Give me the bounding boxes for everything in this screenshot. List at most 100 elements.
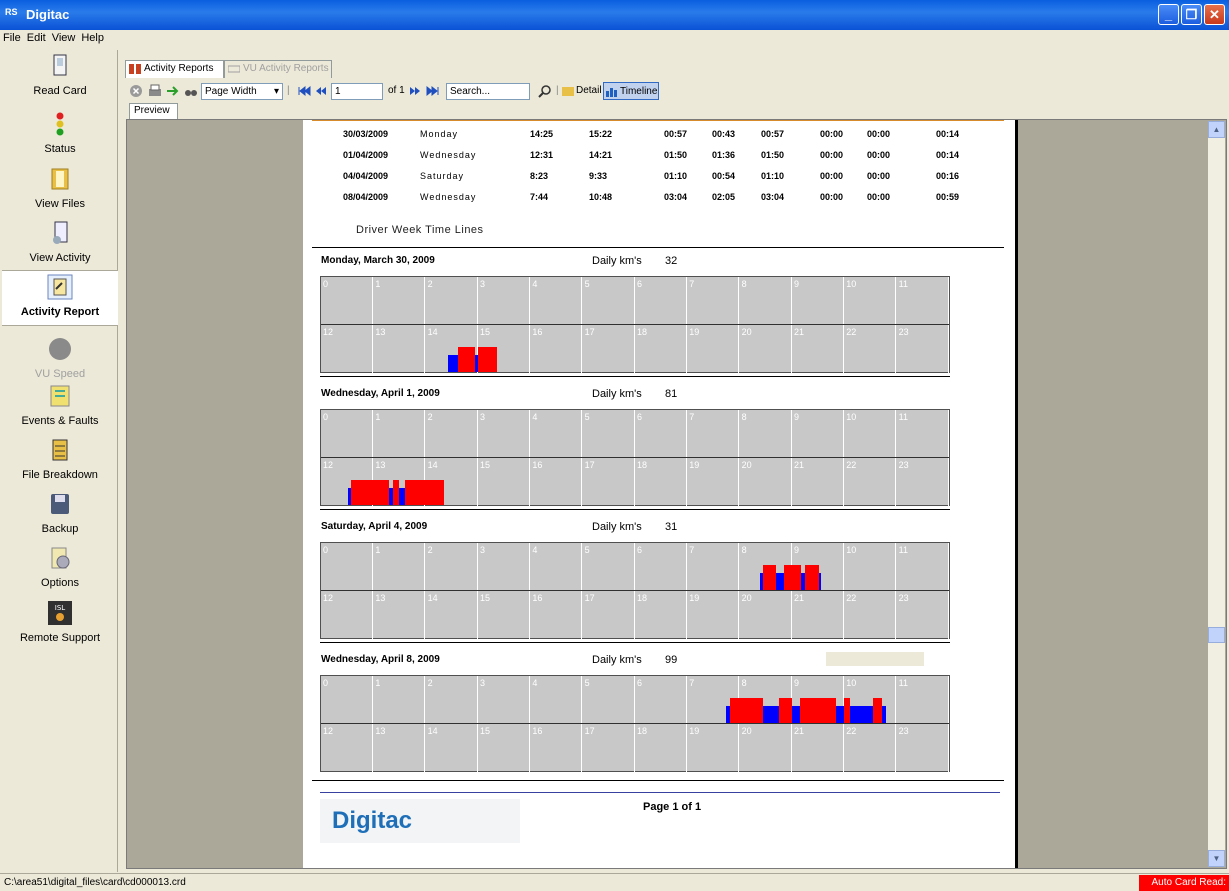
hour-cell: 6 <box>635 277 687 325</box>
report-toolbar: Page Width ▾ | 1 of 1 Search... | Detail … <box>125 80 1225 102</box>
scroll-up-arrow-icon[interactable]: ▲ <box>1208 121 1225 138</box>
hour-cell: 11 <box>897 410 949 458</box>
hour-cell: 10 <box>844 277 897 325</box>
sidebar-item-file-breakdown[interactable]: File Breakdown <box>2 434 118 488</box>
sidebar-item-events-faults[interactable]: Events & Faults <box>2 380 118 434</box>
hour-cell: 19 <box>687 458 740 506</box>
maximize-button[interactable]: ❐ <box>1181 4 1202 25</box>
top-rule <box>312 120 1004 121</box>
summary-duration: 01:50 <box>664 150 688 160</box>
sidebar-item-options[interactable]: Options <box>2 542 118 596</box>
last-page-icon[interactable] <box>425 82 441 100</box>
hour-cell: 8 <box>740 277 792 325</box>
summary-rest: 00:00 <box>867 150 891 160</box>
search-icon[interactable] <box>537 82 553 100</box>
hour-label: 7 <box>689 412 695 422</box>
sidebar-item-view-files[interactable]: View Files <box>2 163 118 217</box>
summary-start: 7:44 <box>530 192 549 202</box>
sidebar-item-vu-speed: VU Speed <box>2 333 118 387</box>
hour-label: 14 <box>427 460 438 470</box>
blank-field <box>826 652 924 666</box>
digitac-logo: Digitac <box>320 799 520 843</box>
prev-page-icon[interactable] <box>314 82 328 100</box>
menu-help[interactable]: Help <box>78 30 107 46</box>
sidebar-item-label: File Breakdown <box>22 469 98 481</box>
sidebar-item-remote-support[interactable]: ISL Remote Support <box>2 597 118 651</box>
daily-km-value: 32 <box>665 255 678 267</box>
search-input[interactable]: Search... <box>446 83 530 100</box>
print-icon[interactable] <box>147 82 163 100</box>
hour-label: 14 <box>427 593 438 603</box>
day-title: Wednesday, April 8, 2009 <box>321 654 440 665</box>
traffic-light-icon <box>47 111 73 137</box>
zoom-select[interactable]: Page Width ▾ <box>201 83 283 100</box>
hour-label: 22 <box>846 593 857 603</box>
hour-cell: 18 <box>635 724 687 772</box>
scroll-down-arrow-icon[interactable]: ▼ <box>1208 850 1225 867</box>
hour-cell: 1 <box>373 277 426 325</box>
timelines-heading: Driver Week Time Lines <box>356 224 484 236</box>
minimize-button[interactable]: _ <box>1158 4 1179 25</box>
summary-break: 00:14 <box>936 150 960 160</box>
title-bar: RS Digitac _ ❐ ✕ <box>0 0 1229 30</box>
work-segment <box>881 706 887 723</box>
page-number-input[interactable]: 1 <box>331 83 383 100</box>
divider <box>312 247 1004 248</box>
sidebar-item-status[interactable]: Status <box>2 108 118 162</box>
hour-label: 11 <box>898 412 908 422</box>
summary-duration: 03:04 <box>664 192 688 202</box>
hour-label: 15 <box>479 460 490 470</box>
menu-view[interactable]: View <box>49 30 79 46</box>
hour-cell: 4 <box>530 410 583 458</box>
detail-folder-icon <box>562 87 574 96</box>
driving-segment <box>873 698 882 723</box>
summary-work: 01:50 <box>761 150 785 160</box>
first-page-icon[interactable] <box>296 82 312 100</box>
summary-availability: 00:00 <box>820 171 844 181</box>
driving-segment <box>763 565 777 590</box>
daily-km-value: 81 <box>665 388 678 400</box>
sidebar-item-backup[interactable]: Backup <box>2 488 118 542</box>
vu-speed-icon <box>47 336 73 362</box>
hour-cell: 18 <box>635 591 687 639</box>
scroll-thumb[interactable] <box>1208 627 1225 643</box>
detail-button[interactable]: Detail <box>562 82 602 100</box>
tab-preview[interactable]: Preview <box>129 103 178 119</box>
hour-cell: 1 <box>373 676 426 724</box>
hour-label: 20 <box>741 593 752 603</box>
hour-cell: 3 <box>478 277 530 325</box>
hour-cell: 2 <box>426 277 478 325</box>
hour-label: 5 <box>584 545 590 555</box>
timeline-button[interactable]: Timeline <box>603 82 659 100</box>
driving-segment <box>805 565 820 590</box>
vertical-scrollbar[interactable]: ▲ ▼ <box>1208 121 1225 867</box>
hour-label: 21 <box>793 593 804 603</box>
binoculars-icon[interactable] <box>183 82 199 100</box>
hour-cell: 0 <box>321 277 373 325</box>
tab-vu-activity-reports[interactable]: VU Activity Reports <box>224 60 332 78</box>
hour-cell: 22 <box>844 724 897 772</box>
hour-cell: 21 <box>792 458 844 506</box>
menu-edit[interactable]: Edit <box>24 30 49 46</box>
sidebar-item-activity-report[interactable]: Activity Report <box>2 270 118 326</box>
sidebar-item-read-card[interactable]: Read Card <box>2 50 118 104</box>
hour-label: 7 <box>689 545 695 555</box>
stop-icon[interactable] <box>129 82 143 100</box>
hour-cell: 10 <box>844 410 897 458</box>
hour-label: 16 <box>532 726 543 736</box>
menu-file[interactable]: File <box>0 30 24 46</box>
next-page-icon[interactable] <box>408 82 422 100</box>
hour-label: 10 <box>846 412 857 422</box>
sidebar-item-view-activity[interactable]: View Activity <box>2 217 118 271</box>
hour-cell: 22 <box>844 458 897 506</box>
close-button[interactable]: ✕ <box>1204 4 1225 25</box>
summary-date: 01/04/2009 <box>343 150 389 160</box>
export-icon[interactable] <box>165 82 181 100</box>
hour-label: 16 <box>532 327 543 337</box>
hour-cell: 3 <box>478 543 530 591</box>
tab-activity-reports[interactable]: Activity Reports <box>125 60 224 78</box>
hour-cell: 6 <box>635 676 687 724</box>
hour-cell: 15 <box>478 724 530 772</box>
row-separator <box>321 457 949 458</box>
summary-day: Monday <box>420 129 459 139</box>
